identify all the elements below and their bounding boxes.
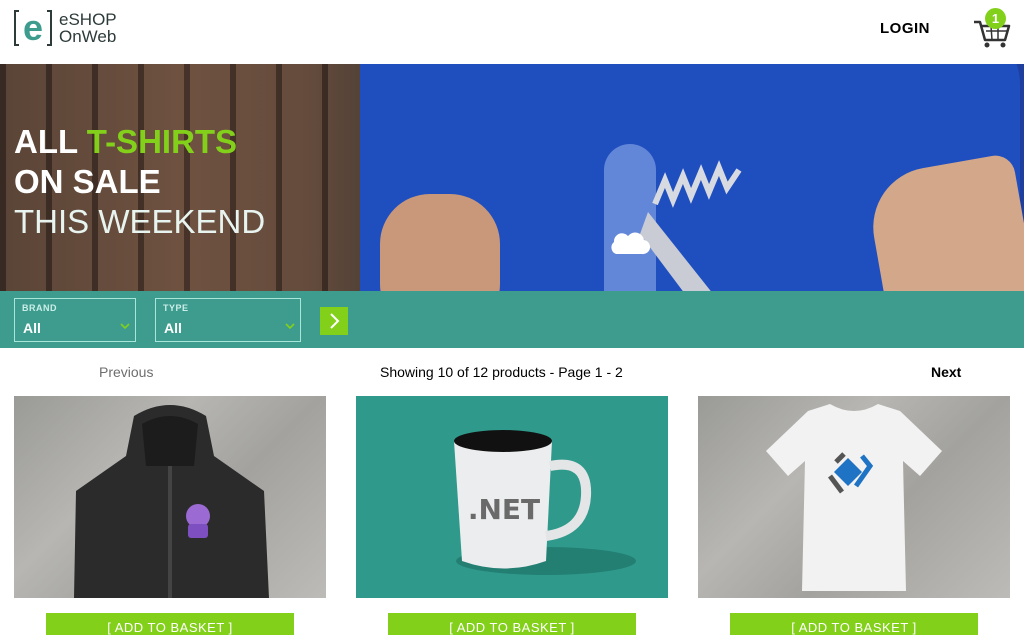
mug-print-text: .NET: [468, 493, 540, 526]
brand-filter-label: BRAND: [22, 303, 57, 313]
product-image-mug[interactable]: .NET: [356, 396, 668, 598]
product-image-tshirt[interactable]: [698, 396, 1010, 598]
hero-line2: ON SALE: [14, 163, 161, 200]
product-card: .NET [ ADD TO BASKET ]: [356, 396, 668, 635]
logo-wordmark: eSHOP OnWeb: [59, 11, 117, 45]
mug-image: .NET: [454, 430, 636, 575]
type-filter-label: TYPE: [163, 303, 189, 313]
chevron-right-icon: [330, 313, 340, 329]
brand-filter-value: All: [23, 320, 41, 336]
product-card: [ ADD TO BASKET ]: [14, 396, 326, 635]
site-header: e eSHOP OnWeb LOGIN 1: [0, 0, 1024, 64]
hero-line1-highlight: T-SHIRTS: [86, 123, 238, 160]
hero-line1-prefix: ALL: [14, 123, 87, 160]
add-to-basket-button[interactable]: [ ADD TO BASKET ]: [46, 613, 294, 635]
knife-logo-icon: [604, 144, 742, 292]
type-filter-value: All: [164, 320, 182, 336]
hero-arm: [380, 194, 500, 292]
hero-banner: ALL T-SHIRTS ON SALE THIS WEEKEND: [0, 64, 1024, 292]
chevron-down-icon: [285, 323, 295, 330]
pager-previous-link[interactable]: Previous: [99, 364, 153, 380]
hero-line3: THIS WEEKEND: [14, 203, 266, 240]
chevron-down-icon: [120, 323, 130, 330]
add-to-basket-button[interactable]: [ ADD TO BASKET ]: [388, 613, 636, 635]
login-link[interactable]: LOGIN: [880, 20, 930, 37]
pager-info: Showing 10 of 12 products - Page 1 - 2: [380, 364, 623, 380]
apply-filter-button[interactable]: [320, 307, 348, 335]
product-card: [ ADD TO BASKET ]: [698, 396, 1010, 635]
logo-line2: OnWeb: [59, 27, 117, 46]
svg-text:e: e: [23, 8, 43, 48]
catalog-filter-bar: BRAND All TYPE All: [0, 291, 1024, 348]
hero-headline: ALL T-SHIRTS ON SALE THIS WEEKEND: [14, 122, 265, 242]
pager-next-link[interactable]: Next: [931, 364, 961, 380]
add-to-basket-button[interactable]: [ ADD TO BASKET ]: [730, 613, 978, 635]
type-filter-select[interactable]: TYPE All: [155, 298, 301, 342]
cart-count-badge: 1: [985, 8, 1006, 29]
logo-line1: eSHOP: [59, 10, 117, 29]
eshop-logo[interactable]: e eSHOP OnWeb: [13, 8, 133, 50]
tshirt-image: [766, 404, 942, 591]
logo-e-icon: e: [14, 8, 52, 48]
product-image-hoodie[interactable]: [14, 396, 326, 598]
brand-filter-select[interactable]: BRAND All: [14, 298, 136, 342]
hoodie-image: [74, 405, 269, 598]
